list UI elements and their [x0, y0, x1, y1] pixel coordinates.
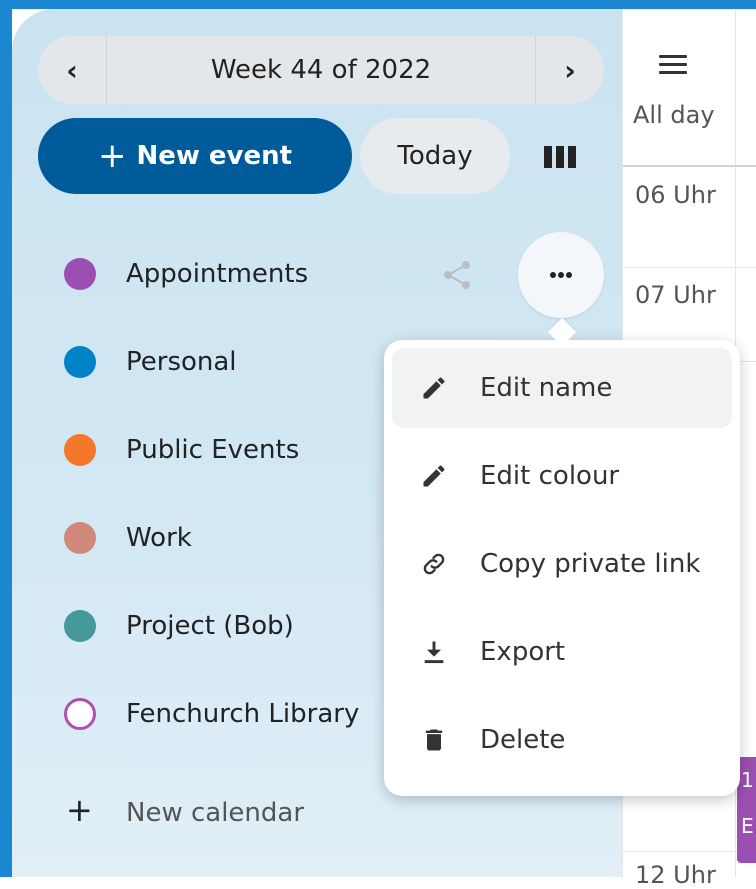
event-chip-text: E [741, 814, 754, 838]
calendar-color-dot[interactable] [64, 610, 96, 642]
new-calendar-label: New calendar [126, 798, 305, 828]
calendar-item-appointments[interactable]: Appointments [0, 244, 600, 304]
calendar-name: Appointments [126, 259, 309, 289]
today-button[interactable]: Today [360, 118, 510, 194]
trash-icon [425, 729, 443, 751]
hour-label: 12 Uhr [635, 861, 716, 889]
menu-item-copy-private-link[interactable]: Copy private link [392, 524, 732, 604]
view-columns-icon[interactable] [540, 142, 580, 172]
menu-item-label: Export [480, 637, 566, 667]
next-week-button[interactable]: › [535, 36, 604, 104]
hour-label: 06 Uhr [635, 181, 716, 209]
new-calendar-button[interactable]: + New calendar [66, 780, 304, 840]
all-day-divider [623, 165, 756, 167]
link-icon [423, 553, 445, 575]
event-chip-text: 1 [741, 768, 754, 792]
hour-label: 07 Uhr [635, 281, 716, 309]
week-label[interactable]: Week 44 of 2022 [107, 36, 535, 104]
new-event-button[interactable]: + New event [38, 118, 352, 194]
calendar-actions-menu: Edit name Edit colour Copy private link … [384, 340, 740, 796]
plus-icon: + [66, 791, 93, 829]
previous-week-button[interactable]: ‹ [38, 36, 107, 104]
hamburger-menu-icon[interactable] [659, 55, 687, 77]
menu-item-label: Delete [480, 725, 566, 755]
menu-item-label: Edit name [480, 373, 613, 403]
calendar-name: Fenchurch Library [126, 699, 360, 729]
share-icon[interactable] [440, 258, 474, 292]
menu-item-export[interactable]: Export [392, 612, 732, 692]
week-navigator: ‹ Week 44 of 2022 › [38, 36, 604, 104]
calendar-color-dot[interactable] [64, 434, 96, 466]
window-frame-top [0, 0, 756, 9]
more-horizontal-icon [550, 272, 572, 278]
calendar-color-dot[interactable] [64, 258, 96, 290]
calendar-name: Public Events [126, 435, 300, 465]
calendar-actions-button[interactable] [518, 232, 604, 318]
menu-item-delete[interactable]: Delete [392, 700, 732, 780]
calendar-color-dot[interactable] [64, 346, 96, 378]
hour-line [623, 267, 756, 268]
menu-item-edit-colour[interactable]: Edit colour [392, 436, 732, 516]
calendar-color-dot[interactable] [64, 522, 96, 554]
calendar-name: Personal [126, 347, 237, 377]
plus-icon: + [97, 136, 127, 176]
pencil-icon [423, 465, 445, 487]
pencil-icon [423, 377, 445, 399]
calendar-name: Work [126, 523, 192, 553]
download-icon [424, 641, 444, 664]
calendar-name: Project (Bob) [126, 611, 294, 641]
menu-item-label: Edit colour [480, 461, 620, 491]
calendar-color-dot[interactable] [64, 698, 96, 730]
all-day-label: All day [633, 101, 715, 129]
new-event-label: New event [136, 141, 293, 171]
menu-item-label: Copy private link [480, 549, 701, 579]
menu-item-edit-name[interactable]: Edit name [392, 348, 732, 428]
